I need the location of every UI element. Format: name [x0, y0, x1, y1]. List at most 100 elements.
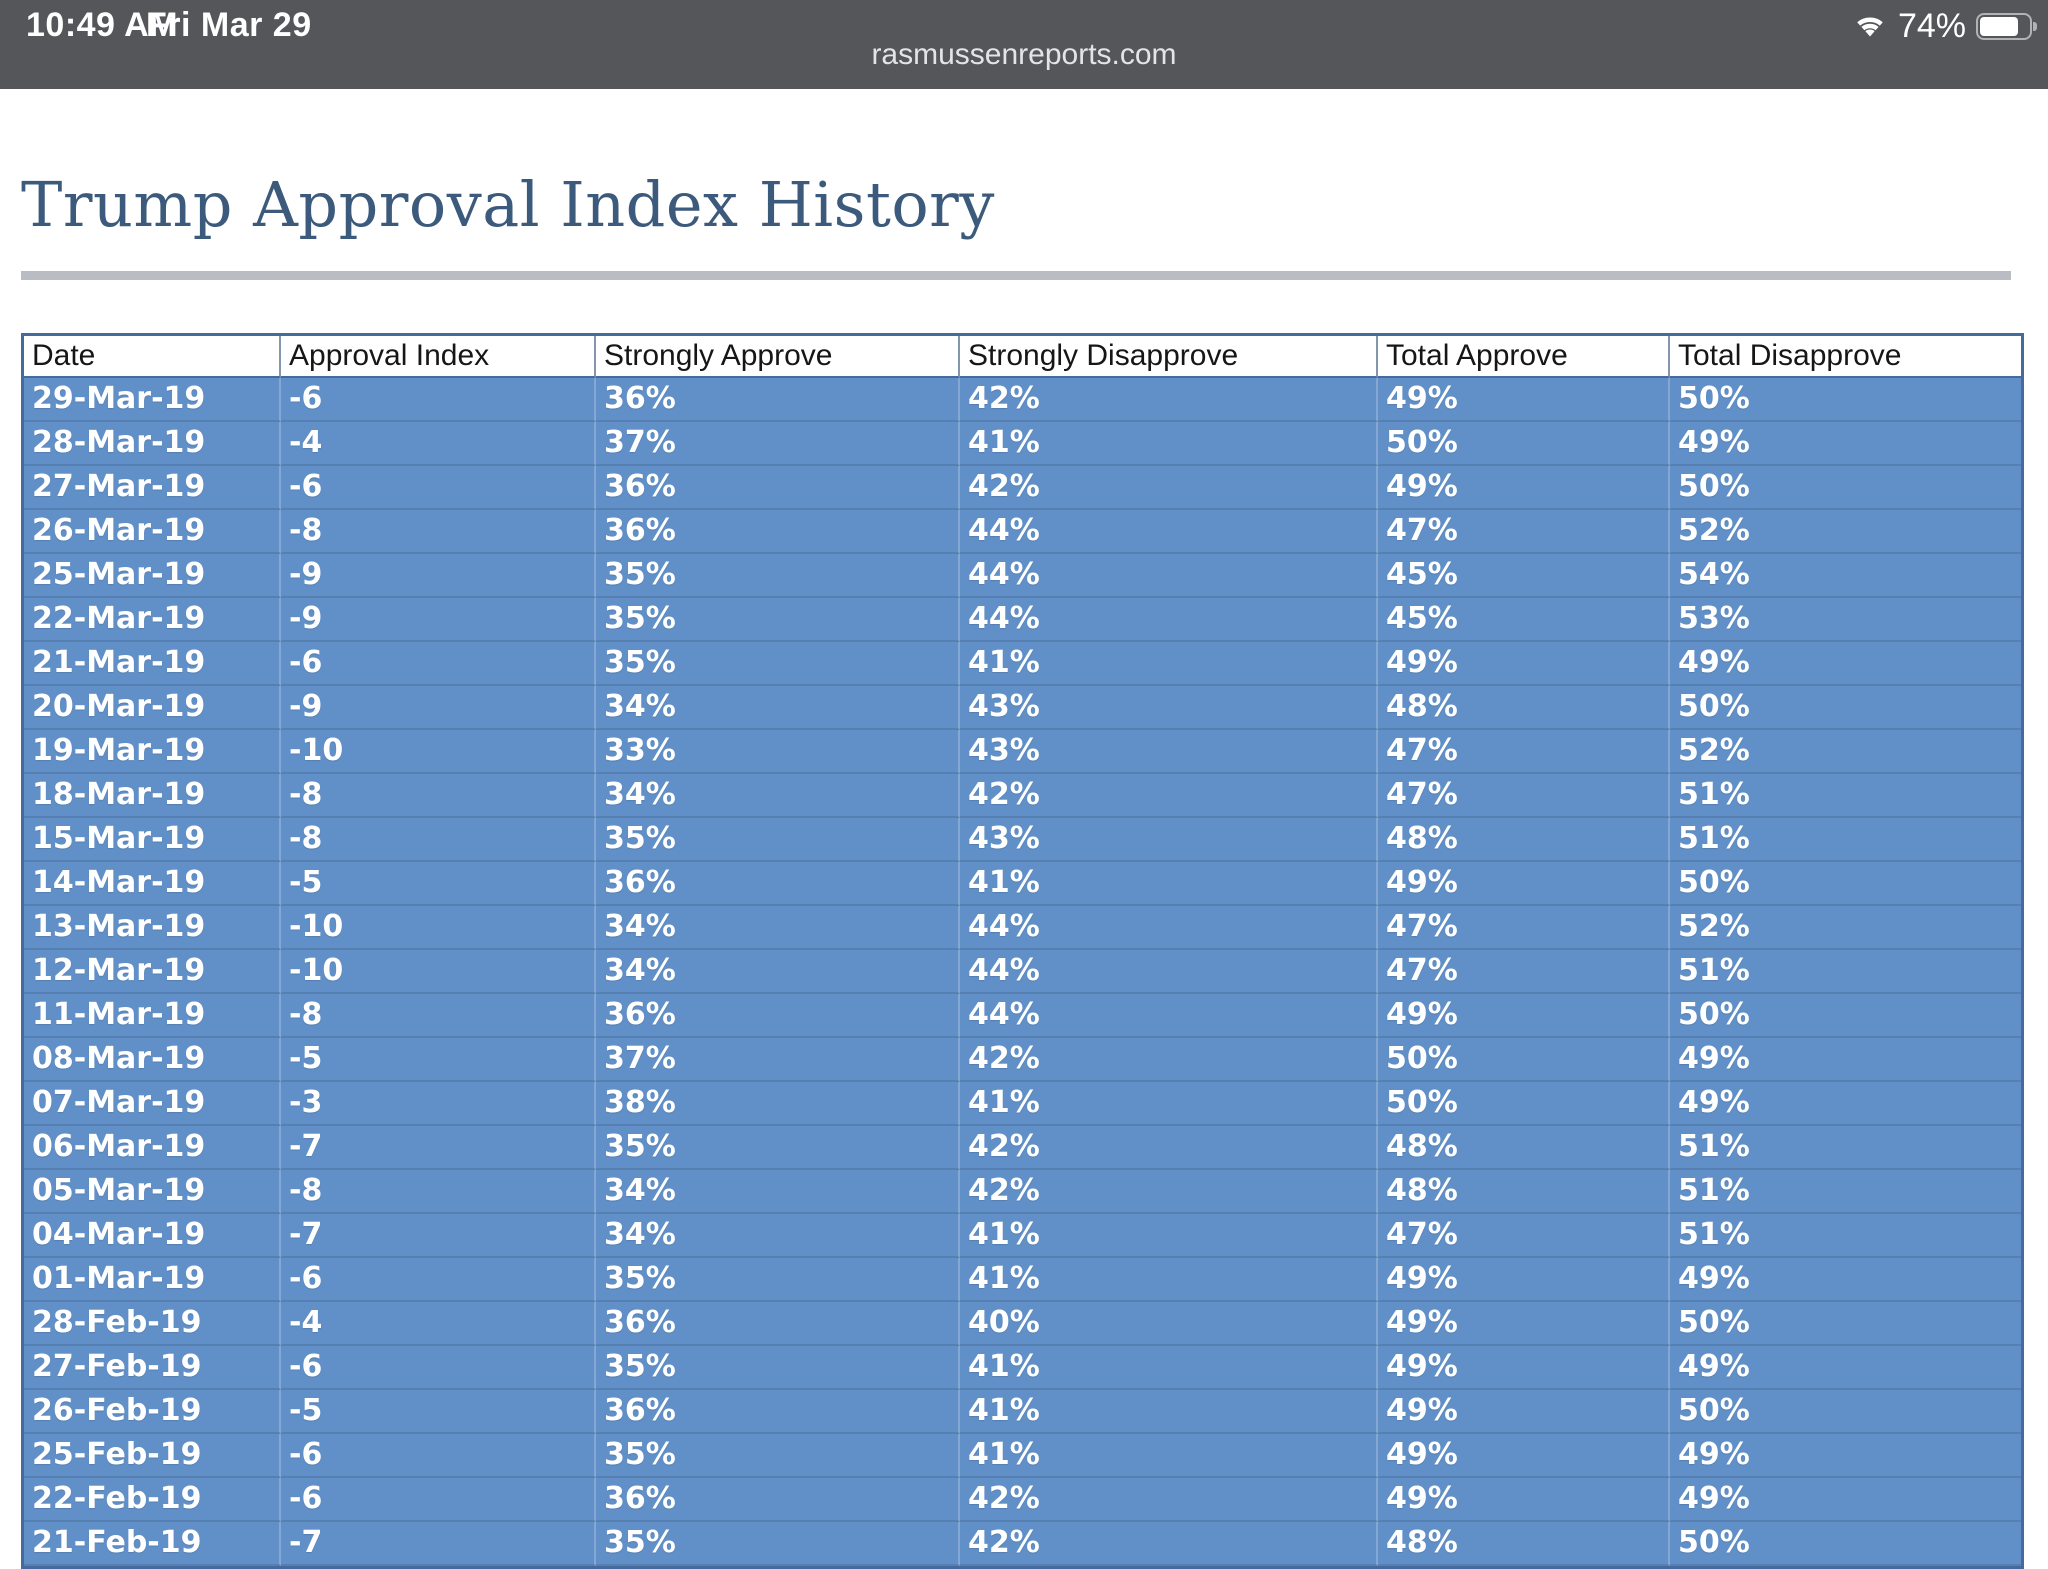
status-bar: 10:49 AM Fri Mar 29 rasmussenreports.com…: [0, 0, 2048, 89]
table-cell: 49%: [1378, 642, 1670, 686]
table-cell: 50%: [1670, 686, 2021, 730]
table-cell: 49%: [1378, 1258, 1670, 1302]
table-cell: 50%: [1378, 1082, 1670, 1126]
table-cell: -4: [281, 1302, 596, 1346]
table-cell: 13-Mar-19: [24, 906, 281, 950]
table-cell: 41%: [960, 1390, 1378, 1434]
table-cell: 34%: [596, 1170, 960, 1214]
table-cell: -6: [281, 378, 596, 422]
table-cell: 52%: [1670, 730, 2021, 774]
table-cell: 43%: [960, 730, 1378, 774]
table-cell: 49%: [1378, 994, 1670, 1038]
battery-icon: [1976, 13, 2032, 40]
table-cell: 12-Mar-19: [24, 950, 281, 994]
table-row: 27-Feb-19-635%41%49%49%: [24, 1346, 2021, 1390]
table-cell: 06-Mar-19: [24, 1126, 281, 1170]
table-cell: 36%: [596, 994, 960, 1038]
table-cell: -7: [281, 1522, 596, 1566]
table-cell: 35%: [596, 1346, 960, 1390]
table-cell: 49%: [1378, 1434, 1670, 1478]
table-row: 25-Mar-19-935%44%45%54%: [24, 554, 2021, 598]
table-row: 01-Mar-19-635%41%49%49%: [24, 1258, 2021, 1302]
table-cell: 41%: [960, 1258, 1378, 1302]
table-cell: 47%: [1378, 950, 1670, 994]
table-cell: 41%: [960, 1346, 1378, 1390]
table-cell: 45%: [1378, 554, 1670, 598]
table-cell: -10: [281, 906, 596, 950]
approval-index-table: DateApproval IndexStrongly ApproveStrong…: [21, 333, 2024, 1569]
table-cell: 49%: [1670, 1434, 2021, 1478]
table-cell: -9: [281, 598, 596, 642]
table-cell: 27-Mar-19: [24, 466, 281, 510]
table-cell: 47%: [1378, 774, 1670, 818]
table-cell: 41%: [960, 1434, 1378, 1478]
table-cell: -8: [281, 994, 596, 1038]
table-cell: 52%: [1670, 906, 2021, 950]
table-row: 15-Mar-19-835%43%48%51%: [24, 818, 2021, 862]
table-cell: -5: [281, 862, 596, 906]
table-cell: -6: [281, 1258, 596, 1302]
title-divider: [21, 271, 2011, 280]
table-cell: 34%: [596, 686, 960, 730]
table-cell: 42%: [960, 1522, 1378, 1566]
table-cell: 21-Mar-19: [24, 642, 281, 686]
table-cell: -3: [281, 1082, 596, 1126]
table-row: 21-Mar-19-635%41%49%49%: [24, 642, 2021, 686]
table-cell: 49%: [1670, 1478, 2021, 1522]
table-cell: 51%: [1670, 1126, 2021, 1170]
table-cell: -8: [281, 818, 596, 862]
table-cell: -10: [281, 950, 596, 994]
table-cell: 35%: [596, 642, 960, 686]
address-bar[interactable]: rasmussenreports.com: [0, 38, 2048, 72]
table-cell: 42%: [960, 1478, 1378, 1522]
table-cell: 49%: [1670, 1258, 2021, 1302]
table-cell: -8: [281, 774, 596, 818]
table-cell: 34%: [596, 906, 960, 950]
table-cell: 51%: [1670, 774, 2021, 818]
table-cell: 50%: [1670, 862, 2021, 906]
table-row: 22-Feb-19-636%42%49%49%: [24, 1478, 2021, 1522]
table-cell: 51%: [1670, 950, 2021, 994]
table-cell: 44%: [960, 510, 1378, 554]
table-cell: 04-Mar-19: [24, 1214, 281, 1258]
table-cell: 51%: [1670, 818, 2021, 862]
table-cell: 49%: [1670, 1082, 2021, 1126]
table-cell: 48%: [1378, 1126, 1670, 1170]
table-cell: 48%: [1378, 1522, 1670, 1566]
table-cell: 44%: [960, 598, 1378, 642]
table-cell: 08-Mar-19: [24, 1038, 281, 1082]
table-cell: 28-Feb-19: [24, 1302, 281, 1346]
table-cell: 42%: [960, 1038, 1378, 1082]
table-row: 26-Feb-19-536%41%49%50%: [24, 1390, 2021, 1434]
table-cell: 20-Mar-19: [24, 686, 281, 730]
table-cell: 49%: [1378, 378, 1670, 422]
table-cell: -5: [281, 1038, 596, 1082]
column-header: Date: [24, 336, 281, 378]
table-row: 25-Feb-19-635%41%49%49%: [24, 1434, 2021, 1478]
table-cell: 36%: [596, 466, 960, 510]
table-cell: 53%: [1670, 598, 2021, 642]
table-cell: 35%: [596, 818, 960, 862]
status-indicators: 74%: [1852, 4, 2032, 48]
table-row: 22-Mar-19-935%44%45%53%: [24, 598, 2021, 642]
table-cell: 48%: [1378, 1170, 1670, 1214]
table-cell: 43%: [960, 818, 1378, 862]
table-cell: 50%: [1670, 1302, 2021, 1346]
table-cell: 36%: [596, 510, 960, 554]
table-row: 28-Mar-19-437%41%50%49%: [24, 422, 2021, 466]
table-cell: 52%: [1670, 510, 2021, 554]
table-cell: 38%: [596, 1082, 960, 1126]
table-cell: 25-Mar-19: [24, 554, 281, 598]
column-header: Total Approve: [1378, 336, 1670, 378]
table-cell: 41%: [960, 422, 1378, 466]
table-cell: 36%: [596, 862, 960, 906]
table-cell: 29-Mar-19: [24, 378, 281, 422]
table-cell: 25-Feb-19: [24, 1434, 281, 1478]
table-cell: 47%: [1378, 906, 1670, 950]
table-cell: 49%: [1670, 1346, 2021, 1390]
table-cell: 43%: [960, 686, 1378, 730]
table-cell: 49%: [1378, 1302, 1670, 1346]
table-cell: 22-Mar-19: [24, 598, 281, 642]
table-cell: -7: [281, 1126, 596, 1170]
table-cell: 37%: [596, 422, 960, 466]
